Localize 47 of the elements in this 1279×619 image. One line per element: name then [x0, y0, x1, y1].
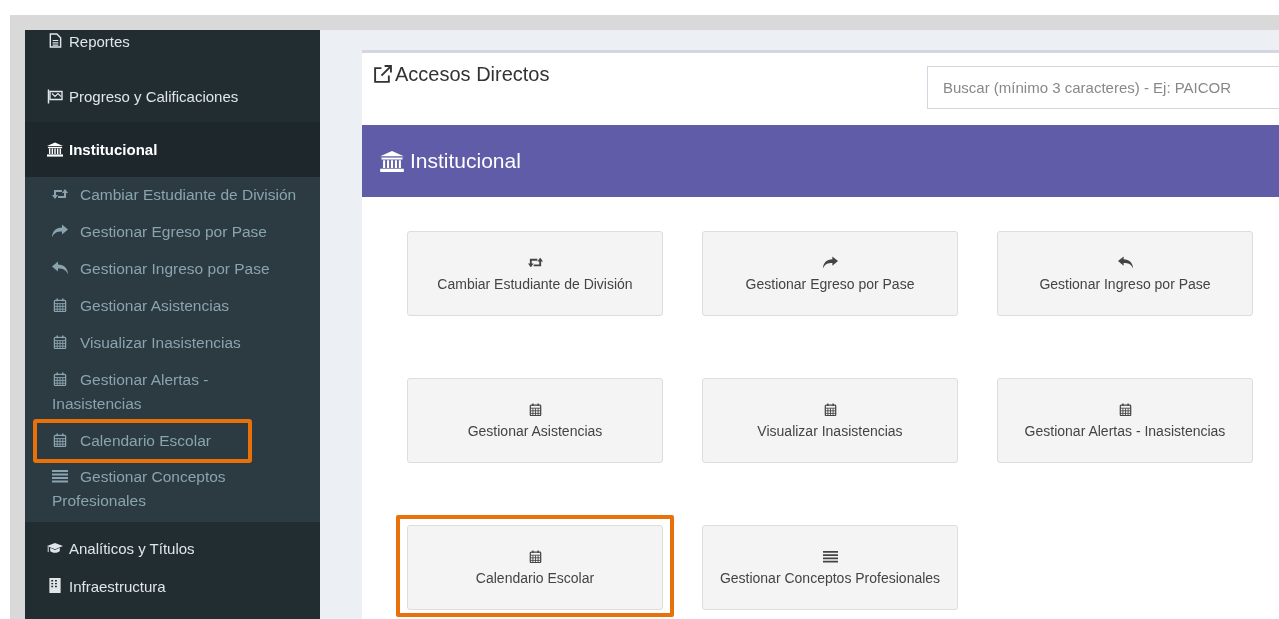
panel-title: Accesos Directos	[373, 63, 550, 86]
calendar-icon	[822, 402, 838, 416]
menu-item[interactable]: Infraestructura	[25, 574, 320, 602]
bank-icon	[47, 142, 63, 157]
submenu-item[interactable]: Visualizar Inasistencias	[25, 325, 320, 362]
external-link-icon	[373, 65, 392, 84]
list-icon	[822, 549, 838, 563]
submenu-item[interactable]: Gestionar Ingreso por Pase	[25, 251, 320, 288]
forward-arrow-icon	[822, 255, 838, 269]
menu-item[interactable]: Institucional	[25, 122, 320, 177]
repeat-icon	[527, 255, 543, 269]
repeat-icon	[52, 187, 68, 201]
shortcut-tile[interactable]: Gestionar Alertas - Inasistencias	[997, 378, 1253, 463]
calendar-icon	[527, 402, 543, 416]
forward-arrow-icon	[52, 224, 68, 238]
back-arrow-icon	[52, 261, 68, 275]
calendar-icon	[1117, 402, 1133, 416]
flag-icon	[47, 88, 63, 104]
calendar-icon	[52, 298, 68, 312]
shortcut-tile[interactable]: Gestionar Ingreso por Pase	[997, 231, 1253, 316]
search-field[interactable]: Buscar (mínimo 3 caracteres) - Ej: PAICOR	[927, 66, 1279, 109]
submenu-item[interactable]: Gestionar Asistencias	[25, 288, 320, 325]
submenu-item[interactable]: Cambiar Estudiante de División	[25, 177, 320, 214]
shortcut-tile[interactable]: Cambiar Estudiante de División	[407, 231, 663, 316]
back-arrow-icon	[1117, 255, 1133, 269]
shortcut-tile[interactable]: Visualizar Inasistencias	[702, 378, 958, 463]
submenu-item[interactable]: Gestionar Egreso por Pase	[25, 214, 320, 251]
calendar-icon	[52, 372, 68, 386]
shortcut-tile[interactable]: Gestionar Asistencias	[407, 378, 663, 463]
menu-item[interactable]: Progreso y Calificaciones	[25, 70, 320, 122]
list-icon	[52, 469, 68, 483]
building-icon	[47, 578, 63, 593]
file-icon	[47, 33, 63, 48]
shortcut-tile[interactable]: Gestionar Egreso por Pase	[702, 231, 958, 316]
submenu-item[interactable]: Gestionar Conceptos Profesionales	[25, 459, 320, 520]
bank-icon	[380, 150, 404, 172]
menu-item[interactable]: Reportes	[25, 30, 320, 70]
section-title: Institucional	[380, 149, 521, 173]
shortcut-tile[interactable]: Calendario Escolar	[407, 525, 663, 610]
calendar-icon	[52, 335, 68, 349]
submenu-item[interactable]: Gestionar Alertas - Inasistencias	[25, 362, 320, 423]
calendar-icon	[527, 549, 543, 563]
shortcut-tile[interactable]: Gestionar Conceptos Profesionales	[702, 525, 958, 610]
graduation-cap-icon	[47, 540, 63, 556]
menu-item[interactable]: Analíticos y Títulos	[25, 522, 320, 574]
calendar-icon	[52, 433, 68, 447]
submenu-item[interactable]: Calendario Escolar	[37, 423, 248, 459]
